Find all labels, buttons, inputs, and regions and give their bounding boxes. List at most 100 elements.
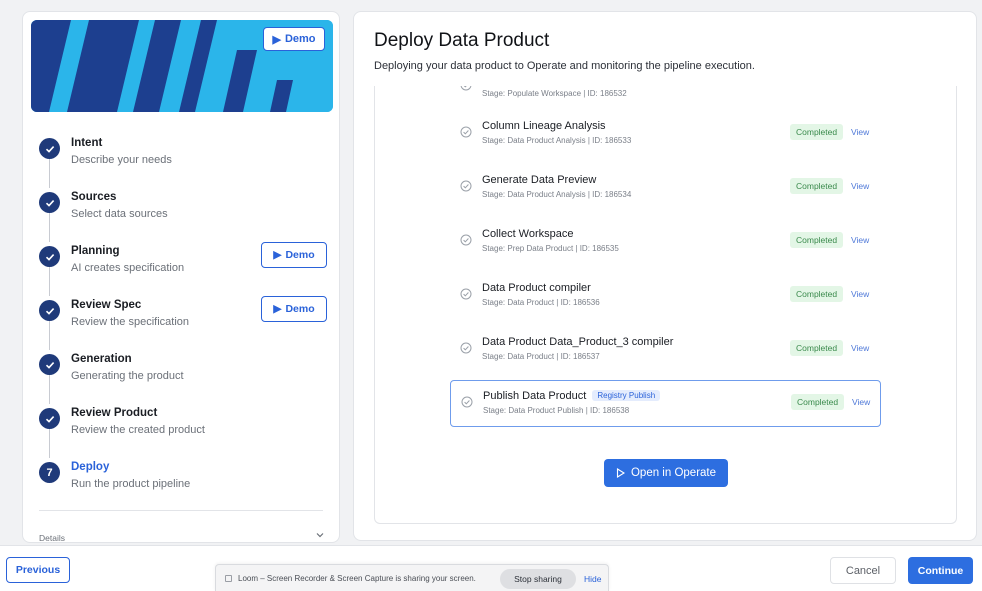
step-generation[interactable]: Generation Generating the product: [39, 350, 327, 404]
row-name: Publish Data Product Registry Publish: [483, 390, 661, 402]
status-badge: Completed: [790, 178, 844, 194]
row-meta: Stage: Data Product | ID: 186536: [482, 298, 600, 307]
status-badge: Completed: [790, 124, 844, 140]
step-title: Deploy: [71, 461, 110, 473]
registry-tag: Registry Publish: [592, 390, 661, 401]
step-connector: [49, 212, 50, 242]
status-badge: Completed: [790, 232, 844, 248]
pipeline-row: Generate Data Preview Stage: Data Produc…: [450, 165, 881, 212]
step-subtitle: Review the created product: [71, 424, 205, 436]
details-toggle[interactable]: Details: [39, 533, 325, 542]
step-connector: [49, 320, 50, 350]
check-circle-icon: [461, 396, 473, 408]
open-in-operate-button[interactable]: Open in Operate: [604, 459, 728, 487]
pipeline-row: Stage: Populate Workspace | ID: 186532: [450, 86, 881, 111]
continue-button[interactable]: Continue: [908, 557, 973, 584]
review-spec-demo-button[interactable]: ▶ Demo: [261, 296, 327, 322]
planning-demo-button[interactable]: ▶ Demo: [261, 242, 327, 268]
check-icon: [39, 246, 60, 267]
cancel-button[interactable]: Cancel: [830, 557, 896, 584]
check-circle-icon: [460, 126, 472, 138]
step-connector: [49, 158, 50, 188]
step-connector: [49, 266, 50, 296]
hide-link[interactable]: Hide: [584, 574, 601, 584]
view-link[interactable]: View: [851, 289, 869, 299]
pipeline-row: Column Lineage Analysis Stage: Data Prod…: [450, 111, 881, 158]
step-planning[interactable]: Planning AI creates specification ▶ Demo: [39, 242, 327, 296]
play-outline-icon: [616, 468, 625, 478]
status-badge: Completed: [791, 394, 845, 410]
footer-bar: Previous Loom – Screen Recorder & Screen…: [0, 545, 982, 591]
pipeline-row: Collect Workspace Stage: Prep Data Produ…: [450, 219, 881, 266]
status-badge: Completed: [790, 340, 844, 356]
step-number-badge: 7: [39, 462, 60, 483]
step-title: Planning: [71, 245, 120, 257]
check-icon: [39, 192, 60, 213]
page-subtitle: Deploying your data product to Operate a…: [374, 60, 755, 72]
row-name: Generate Data Preview: [482, 174, 597, 186]
row-name: Data Product Data_Product_3 compiler: [482, 336, 674, 348]
check-circle-icon: [460, 234, 472, 246]
check-circle-icon: [460, 288, 472, 300]
step-subtitle: Generating the product: [71, 370, 184, 382]
step-review-spec[interactable]: Review Spec Review the specification ▶ D…: [39, 296, 327, 350]
row-meta: Stage: Data Product | ID: 186537: [482, 352, 600, 361]
check-icon: [39, 354, 60, 375]
pipeline-row: Data Product Data_Product_3 compiler Sta…: [450, 327, 881, 374]
stop-sharing-button[interactable]: Stop sharing: [500, 569, 576, 589]
step-intent[interactable]: Intent Describe your needs: [39, 134, 327, 188]
check-circle-icon: [460, 342, 472, 354]
deploy-panel: Deploy Data Product Deploying your data …: [353, 11, 977, 541]
step-title: Sources: [71, 191, 117, 203]
step-deploy[interactable]: 7 Deploy Run the product pipeline: [39, 458, 327, 512]
step-title: Review Product: [71, 407, 158, 419]
banner-demo-button[interactable]: ▶ Demo: [263, 27, 325, 51]
window-icon: [225, 575, 232, 582]
pipeline-row: Data Product compiler Stage: Data Produc…: [450, 273, 881, 320]
step-connector: [49, 374, 50, 404]
previous-button[interactable]: Previous: [6, 557, 70, 583]
row-name: Collect Workspace: [482, 228, 574, 240]
step-title: Intent: [71, 137, 103, 149]
check-circle-icon: [460, 86, 472, 91]
pipeline-row-selected[interactable]: Publish Data Product Registry Publish Sta…: [450, 380, 881, 427]
wizard-panel: ▶ Demo Intent Describe your needs Source…: [22, 11, 340, 543]
divider: [39, 510, 323, 511]
step-subtitle: AI creates specification: [71, 262, 185, 274]
view-link[interactable]: View: [852, 397, 870, 407]
play-icon: ▶: [273, 249, 282, 261]
view-link[interactable]: View: [851, 235, 869, 245]
screen-share-bar: Loom – Screen Recorder & Screen Capture …: [215, 564, 609, 591]
chevron-down-icon: [316, 533, 324, 538]
play-icon: ▶: [272, 33, 281, 46]
share-message: Loom – Screen Recorder & Screen Capture …: [238, 574, 476, 583]
step-sources[interactable]: Sources Select data sources: [39, 188, 327, 242]
status-badge: Completed: [790, 286, 844, 302]
step-subtitle: Review the specification: [71, 316, 190, 328]
banner-graphic: ▶ Demo: [31, 20, 333, 112]
row-meta: Stage: Prep Data Product | ID: 186535: [482, 244, 619, 253]
wizard-steps: Intent Describe your needs Sources Selec…: [39, 134, 327, 512]
view-link[interactable]: View: [851, 343, 869, 353]
play-icon: ▶: [273, 303, 282, 315]
row-name: Column Lineage Analysis: [482, 120, 606, 132]
step-subtitle: Run the product pipeline: [71, 478, 191, 490]
row-meta: Stage: Populate Workspace | ID: 186532: [482, 89, 627, 98]
pipeline-list[interactable]: Stage: Populate Workspace | ID: 186532 C…: [374, 86, 957, 524]
check-icon: [39, 300, 60, 321]
row-meta: Stage: Data Product Publish | ID: 186538: [483, 406, 630, 415]
step-subtitle: Select data sources: [71, 208, 168, 220]
step-review-product[interactable]: Review Product Review the created produc…: [39, 404, 327, 458]
view-link[interactable]: View: [851, 181, 869, 191]
step-connector: [49, 428, 50, 458]
row-meta: Stage: Data Product Analysis | ID: 18653…: [482, 190, 632, 199]
view-link[interactable]: View: [851, 127, 869, 137]
step-title: Review Spec: [71, 299, 142, 311]
check-circle-icon: [460, 180, 472, 192]
row-meta: Stage: Data Product Analysis | ID: 18653…: [482, 136, 632, 145]
page-title: Deploy Data Product: [374, 30, 550, 51]
step-title: Generation: [71, 353, 132, 365]
check-icon: [39, 408, 60, 429]
row-name: Data Product compiler: [482, 282, 591, 294]
check-icon: [39, 138, 60, 159]
